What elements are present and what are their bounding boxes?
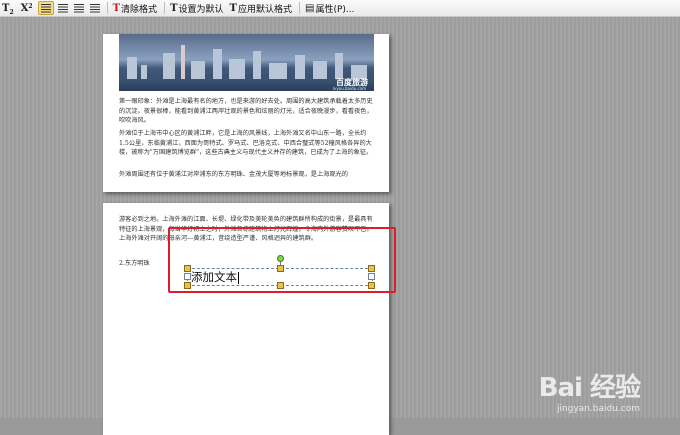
align-right-button[interactable]	[72, 1, 86, 15]
align-left-button[interactable]	[37, 1, 54, 15]
apply-default-icon: T	[229, 2, 237, 14]
photo-watermark-url: lvyou.baidu.com	[332, 86, 366, 91]
baidu-jingyan-url: jingyan.baidu.com	[556, 404, 640, 414]
toolbar-separator	[106, 2, 108, 14]
subscript-button[interactable]: T2	[0, 1, 17, 16]
toolbar-separator	[164, 2, 166, 14]
clear-format-label: 清除格式	[121, 4, 158, 15]
align-justify-icon	[89, 3, 100, 13]
clear-format-icon: T	[112, 2, 121, 14]
baidu-jingyan-watermark: Bai 经验	[538, 373, 641, 403]
superscript-icon: X2	[20, 2, 33, 14]
properties-button[interactable]: ▤ 属性(P)...	[303, 1, 357, 15]
clear-format-button[interactable]: T 清除格式	[111, 1, 159, 15]
document-page-1[interactable]: 百度旅游 lvyou.baidu.com 第一眼印象：外滩是上海最有名的地方，也…	[103, 34, 389, 192]
toolbar-separator	[299, 2, 300, 14]
set-default-button[interactable]: T 设置为默认	[168, 1, 225, 15]
align-center-button[interactable]	[56, 1, 70, 15]
apply-default-button[interactable]: T 应用默认格式	[228, 1, 294, 15]
superscript-button[interactable]: X2	[19, 1, 36, 15]
align-left-icon	[40, 3, 51, 13]
set-default-icon: T	[170, 2, 178, 14]
align-justify-button[interactable]	[88, 1, 102, 15]
align-center-icon	[57, 3, 68, 13]
highlight-annotation-box	[168, 227, 396, 293]
list-item-label: 2.东方明珠	[119, 260, 150, 267]
paragraph: 外滩周围还有位于黄浦江对岸浦东的东方明珠、金茂大厦等地标景观，是上海观光的	[119, 171, 348, 178]
paragraph: 外滩位于上海市中心区的黄浦江畔，它是上海的风景线，上海外滩又名中山东一路，全长约…	[119, 130, 373, 157]
bund-skyline-image: 百度旅游 lvyou.baidu.com	[119, 34, 374, 91]
set-default-label: 设置为默认	[178, 4, 224, 15]
format-toolbar: T2 X2 T 清除格式 T 设置为默认 T 应用默认格式 ▤ 属性(P)...	[0, 0, 680, 17]
document-workspace[interactable]: 百度旅游 lvyou.baidu.com 第一眼印象：外滩是上海最有名的地方，也…	[0, 17, 680, 435]
align-right-icon	[73, 3, 84, 13]
subscript-icon: T2	[2, 2, 14, 16]
properties-icon: ▤	[305, 2, 315, 14]
paragraph: 第一眼印象：外滩是上海最有名的地方，也是来游的好去处。周围的高大建筑承载着太多历…	[119, 98, 373, 125]
apply-default-label: 应用默认格式	[237, 4, 292, 15]
properties-label: 属性(P)...	[315, 4, 355, 15]
